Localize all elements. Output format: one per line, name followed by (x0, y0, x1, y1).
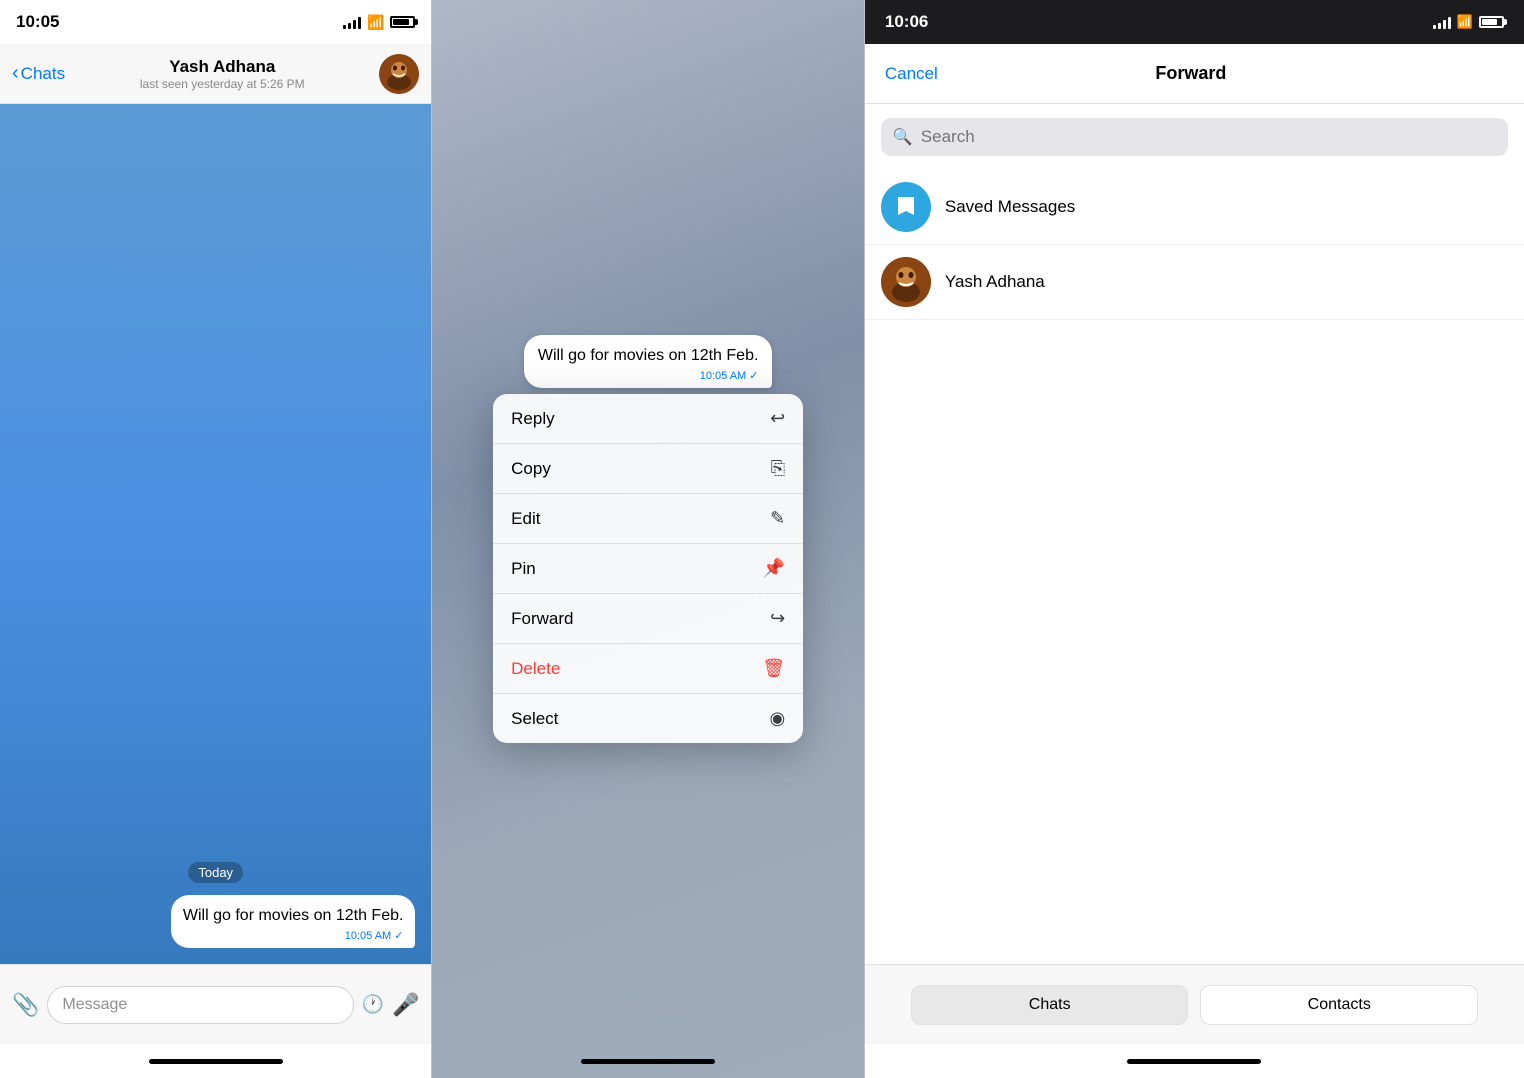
saved-messages-avatar (881, 182, 931, 232)
context-checkmark-icon: ✓ (749, 369, 758, 382)
panel2-home-indicator (432, 1044, 863, 1078)
forward-wifi-icon: 📶 (1457, 14, 1473, 30)
forward-status-bar: 10:06 📶 (865, 0, 1524, 44)
forward-status-time: 10:06 (885, 12, 928, 32)
context-menu-reply[interactable]: Reply ↩ (493, 394, 803, 444)
forward-panel: 10:06 📶 Cancel Forward 🔍 (865, 0, 1524, 1078)
reply-label: Reply (511, 409, 554, 429)
forward-label: Forward (511, 609, 573, 629)
contact-avatar[interactable] (379, 54, 419, 94)
status-bar: 10:05 📶 (0, 0, 431, 44)
context-menu-delete[interactable]: Delete 🗑 (493, 644, 803, 694)
chat-input-bar: 📎 Message 🕐 🎤 (0, 964, 431, 1044)
forward-header: Cancel Forward (865, 44, 1524, 104)
context-menu: Reply ↩ Copy ⎘ Edit ✎ Pin 📌 Forward ↪ De… (493, 394, 803, 743)
forward-icon: ↪ (770, 608, 785, 629)
search-icon: 🔍 (893, 127, 913, 147)
forward-title: Forward (1155, 63, 1226, 84)
status-time: 10:05 (16, 12, 59, 32)
yash-contact-avatar (881, 257, 931, 307)
tab-contacts-label: Contacts (1308, 996, 1371, 1014)
home-bar (149, 1059, 283, 1064)
select-label: Select (511, 709, 558, 729)
attachment-icon[interactable]: 📎 (12, 992, 39, 1018)
delete-icon: 🗑 (762, 658, 785, 679)
yash-contact-name: Yash Adhana (945, 272, 1045, 292)
wifi-icon: 📶 (367, 14, 384, 31)
back-button[interactable]: ‹ Chats (12, 62, 65, 85)
context-message-meta: 10:05 AM ✓ (538, 369, 759, 382)
chat-header: ‹ Chats Yash Adhana last seen yesterday … (0, 44, 431, 104)
edit-label: Edit (511, 509, 540, 529)
forward-contact-yash[interactable]: Yash Adhana (865, 245, 1524, 320)
avatar-image (379, 54, 419, 94)
context-menu-select[interactable]: Select ◉ (493, 694, 803, 743)
contact-status: last seen yesterday at 5:26 PM (140, 77, 305, 91)
tab-contacts[interactable]: Contacts (1200, 985, 1478, 1025)
forward-tab-bar: Chats Contacts (865, 964, 1524, 1044)
contact-name: Yash Adhana (169, 57, 275, 77)
date-badge: Today (188, 862, 243, 883)
edit-icon: ✎ (770, 508, 785, 529)
forward-contact-list: Saved Messages Yash Adhana (865, 170, 1524, 964)
forward-search-bar[interactable]: 🔍 (881, 118, 1508, 156)
battery-icon (390, 16, 415, 28)
message-meta: 10:05 AM ✓ (183, 929, 404, 942)
pin-icon: 📌 (763, 558, 785, 579)
reply-icon: ↩ (770, 408, 785, 429)
copy-icon: ⎘ (771, 458, 785, 479)
cancel-button[interactable]: Cancel (885, 64, 938, 84)
context-menu-edit[interactable]: Edit ✎ (493, 494, 803, 544)
panel2-home-bar (581, 1059, 715, 1064)
date-separator: Today (16, 862, 415, 883)
pin-label: Pin (511, 559, 536, 579)
forward-battery-icon (1479, 16, 1504, 28)
select-icon: ◉ (769, 708, 785, 729)
context-menu-copy[interactable]: Copy ⎘ (493, 444, 803, 494)
messages-area: Today Will go for movies on 12th Feb. 10… (0, 104, 431, 964)
context-message-time: 10:05 AM (700, 370, 746, 382)
context-menu-pin[interactable]: Pin 📌 (493, 544, 803, 594)
tab-chats[interactable]: Chats (911, 985, 1189, 1025)
microphone-icon[interactable]: 🎤 (392, 992, 419, 1018)
message-input-placeholder: Message (62, 996, 127, 1014)
back-label: Chats (21, 64, 65, 84)
context-message-text: Will go for movies on 12th Feb. (538, 347, 759, 364)
forward-saved-messages[interactable]: Saved Messages (865, 170, 1524, 245)
chat-header-center: Yash Adhana last seen yesterday at 5:26 … (73, 57, 371, 91)
message-bubble[interactable]: Will go for movies on 12th Feb. 10:05 AM… (171, 895, 416, 948)
status-icons: 📶 (343, 14, 415, 31)
forward-home-bar (1127, 1059, 1261, 1064)
forward-status-icons: 📶 (1433, 14, 1504, 30)
context-panel: Will go for movies on 12th Feb. 10:05 AM… (432, 0, 863, 1078)
forward-signal-icon (1433, 15, 1451, 29)
read-checkmark-icon: ✓ (394, 929, 403, 942)
sticker-icon[interactable]: 🕐 (362, 994, 384, 1015)
signal-icon (343, 15, 361, 29)
message-text: Will go for movies on 12th Feb. (183, 907, 404, 924)
copy-label: Copy (511, 459, 551, 479)
message-input[interactable]: Message (47, 986, 353, 1024)
home-indicator (0, 1044, 431, 1078)
search-input[interactable] (921, 127, 1496, 147)
context-menu-forward[interactable]: Forward ↪ (493, 594, 803, 644)
context-message-preview: Will go for movies on 12th Feb. 10:05 AM… (524, 335, 773, 388)
message-time: 10:05 AM (345, 930, 391, 942)
delete-label: Delete (511, 659, 560, 679)
saved-messages-name: Saved Messages (945, 197, 1075, 217)
forward-home-indicator (865, 1044, 1524, 1078)
chat-panel: 10:05 📶 ‹ Chats Yash Adhana last seen ye… (0, 0, 431, 1078)
back-chevron-icon: ‹ (12, 62, 19, 85)
tab-chats-label: Chats (1029, 996, 1071, 1014)
